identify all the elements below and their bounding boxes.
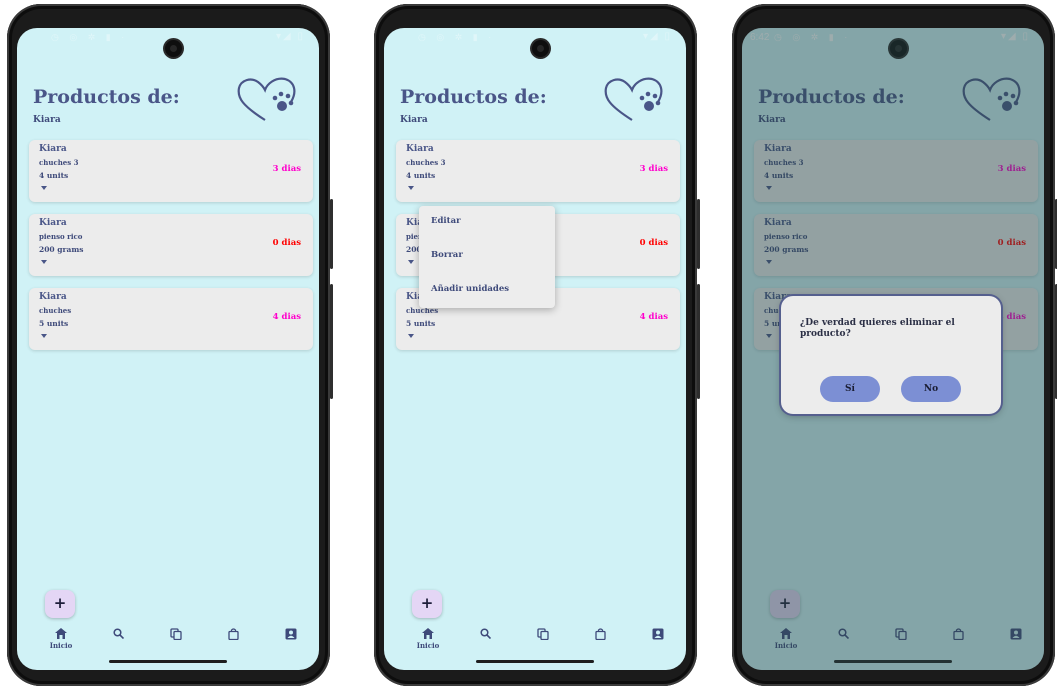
- profile-icon: [285, 628, 297, 640]
- phone-context-menu: ◷ ◎ ✲ ▮ · ▾◢ ▯ Productos de: Kiara Kiara…: [374, 4, 700, 686]
- nav-item-search[interactable]: [104, 628, 132, 639]
- nav-item-copy[interactable]: [529, 628, 557, 640]
- nav-item-shop[interactable]: [586, 628, 614, 640]
- search-icon: [112, 628, 124, 639]
- chevron-down-icon[interactable]: [408, 260, 414, 264]
- product-name: pienso rico: [39, 232, 83, 241]
- home-indicator[interactable]: [476, 660, 594, 663]
- product-quantity: 4 units: [406, 171, 436, 180]
- search-icon: [479, 628, 491, 639]
- bottom-nav: Inicio: [384, 628, 686, 656]
- camera-cutout: [165, 40, 182, 57]
- camera-cutout: [532, 40, 549, 57]
- chevron-down-icon[interactable]: [41, 186, 47, 190]
- copy-icon: [170, 628, 182, 640]
- chevron-down-icon[interactable]: [408, 334, 414, 338]
- status-icons: ◷ ◎ ✲ ▮ ·: [51, 32, 129, 42]
- add-product-button[interactable]: +: [45, 590, 75, 618]
- page-title: Productos de:: [400, 86, 547, 108]
- product-pet: Kiara: [39, 292, 67, 302]
- nav-item-profile[interactable]: [277, 628, 305, 640]
- add-product-button[interactable]: +: [412, 590, 442, 618]
- delete-confirm-dialog: ¿De verdad quieres eliminar el producto?…: [781, 296, 1001, 414]
- home-indicator[interactable]: [109, 660, 227, 663]
- profile-icon: [652, 628, 664, 640]
- dialog-question: ¿De verdad quieres eliminar el producto?: [800, 318, 955, 339]
- phone-delete-dialog: 6:42 ◷ ◎ ✲ ▮ · ▾◢ ▯ Productos de: Kiara …: [732, 4, 1057, 686]
- days-remaining: 3 dias: [639, 164, 668, 174]
- days-remaining: 4 dias: [639, 312, 668, 322]
- nav-label-inicio: Inicio: [416, 641, 440, 650]
- nav-item-search[interactable]: [471, 628, 499, 639]
- signal-icon: ▾◢ ▯: [276, 31, 305, 42]
- status-icons: ◷ ◎ ✲ ▮ ·: [418, 32, 496, 42]
- product-name: chuches: [39, 306, 72, 315]
- product-name: chuches 3: [39, 158, 79, 167]
- days-remaining: 0 dias: [639, 238, 668, 248]
- nav-label-inicio: Inicio: [49, 641, 73, 650]
- days-remaining: 3 dias: [272, 164, 301, 174]
- product-pet: Kiara: [406, 144, 434, 154]
- product-name: chuches 3: [406, 158, 446, 167]
- nav-item-copy[interactable]: [162, 628, 190, 640]
- chevron-down-icon[interactable]: [408, 186, 414, 190]
- bottom-nav: Inicio: [17, 628, 319, 656]
- copy-icon: [537, 628, 549, 640]
- menu-item-borrar[interactable]: Borrar: [431, 250, 463, 260]
- nav-item-inicio[interactable]: Inicio: [414, 628, 442, 650]
- home-icon: [55, 628, 67, 639]
- product-quantity: 5 units: [406, 319, 436, 328]
- nav-item-inicio[interactable]: Inicio: [47, 628, 75, 650]
- product-card[interactable]: Kiara chuches 5 units 4 dias: [29, 288, 313, 350]
- product-card[interactable]: Kiara chuches 3 4 units 3 dias: [396, 140, 680, 202]
- shopping-bag-icon: [594, 628, 606, 640]
- days-remaining: 0 dias: [272, 238, 301, 248]
- confirm-yes-button[interactable]: Sí: [820, 376, 880, 402]
- menu-item-editar[interactable]: Editar: [431, 216, 461, 226]
- shopping-bag-icon: [227, 628, 239, 640]
- chevron-down-icon[interactable]: [41, 334, 47, 338]
- context-menu: Editar Borrar Añadir unidades: [419, 206, 555, 308]
- screen: ◷ ◎ ✲ ▮ · ▾◢ ▯ Productos de: Kiara Kiara…: [17, 28, 319, 670]
- product-pet: Kiara: [39, 218, 67, 228]
- screen: 6:42 ◷ ◎ ✲ ▮ · ▾◢ ▯ Productos de: Kiara …: [742, 28, 1044, 670]
- nav-item-shop[interactable]: [219, 628, 247, 640]
- product-quantity: 4 units: [39, 171, 69, 180]
- phone-product-list: ◷ ◎ ✲ ▮ · ▾◢ ▯ Productos de: Kiara Kiara…: [7, 4, 333, 686]
- page-subtitle: Kiara: [400, 115, 428, 125]
- page-subtitle: Kiara: [33, 115, 61, 125]
- screen: ◷ ◎ ✲ ▮ · ▾◢ ▯ Productos de: Kiara Kiara…: [384, 28, 686, 670]
- product-pet: Kiara: [39, 144, 67, 154]
- chevron-down-icon[interactable]: [41, 260, 47, 264]
- heart-paw-logo-icon: [237, 77, 296, 121]
- confirm-no-button[interactable]: No: [901, 376, 961, 402]
- product-quantity: 200 grams: [39, 245, 84, 254]
- home-icon: [422, 628, 434, 639]
- menu-item-anadir-unidades[interactable]: Añadir unidades: [431, 284, 509, 294]
- signal-icon: ▾◢ ▯: [643, 31, 672, 42]
- page-title: Productos de:: [33, 86, 180, 108]
- nav-item-profile[interactable]: [644, 628, 672, 640]
- heart-paw-logo-icon: [604, 77, 663, 121]
- product-card[interactable]: Kiara chuches 3 4 units 3 dias: [29, 140, 313, 202]
- product-quantity: 5 units: [39, 319, 69, 328]
- product-card[interactable]: Kiara pienso rico 200 grams 0 dias: [29, 214, 313, 276]
- days-remaining: 4 dias: [272, 312, 301, 322]
